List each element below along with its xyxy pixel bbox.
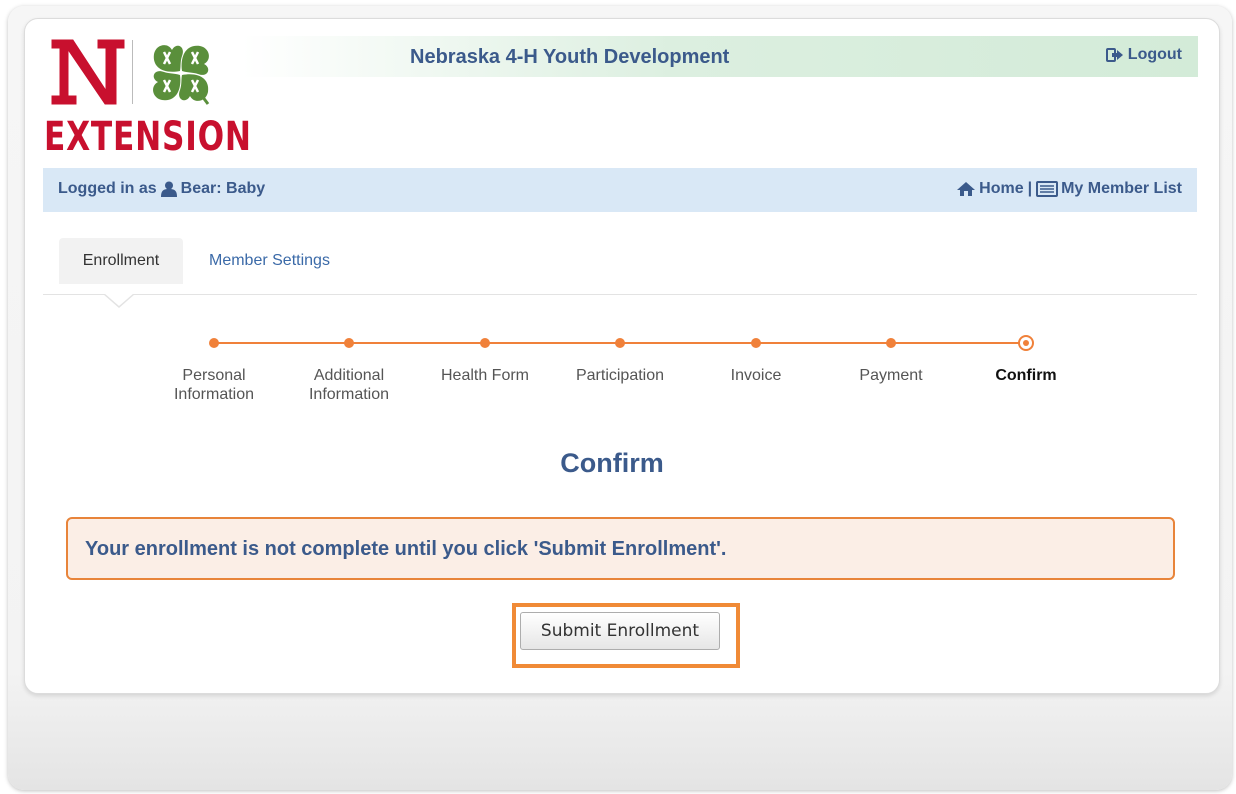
home-icon	[957, 182, 976, 196]
home-link[interactable]: Home	[956, 180, 1024, 198]
tab-member-settings[interactable]: Member Settings	[209, 238, 330, 284]
step-dot-additional-information	[344, 338, 354, 348]
submit-enrollment-button[interactable]: Submit Enrollment	[520, 612, 720, 650]
enrollment-stepper: Personal Information Additional Informat…	[0, 330, 1236, 410]
tab-bar: Enrollment Member Settings	[43, 238, 1197, 308]
step-label-line2: Information	[173, 386, 255, 403]
nav-separator: |	[1027, 180, 1033, 197]
logout-label: Logout	[1127, 46, 1182, 63]
step-dot-confirm	[1018, 335, 1034, 351]
member-list-link[interactable]: My Member List	[1036, 180, 1182, 198]
logout-link[interactable]: Logout	[1105, 46, 1182, 64]
notice-text: Your enrollment is not complete until yo…	[85, 538, 727, 560]
step-label-line1: Additional	[313, 367, 385, 384]
active-tab-arrow	[103, 293, 135, 308]
nav-links: Home | My Member List	[956, 180, 1182, 198]
step-additional-information[interactable]: Additional Information	[284, 366, 414, 404]
home-label: Home	[979, 180, 1024, 197]
step-dot-invoice	[751, 338, 761, 348]
logo-divider	[132, 40, 133, 104]
page-title: Confirm	[560, 448, 664, 478]
list-icon	[1036, 181, 1059, 197]
sign-out-icon	[1105, 48, 1123, 62]
step-invoice[interactable]: Invoice	[691, 366, 821, 385]
site-title: Nebraska 4-H Youth Development	[410, 46, 730, 68]
step-dot-personal-information	[209, 338, 219, 348]
header-bar: Nebraska 4-H Youth Development Logout	[242, 36, 1198, 77]
member-list-label: My Member List	[1061, 180, 1182, 197]
step-health-form[interactable]: Health Form	[420, 366, 550, 385]
step-label-line1: Payment	[859, 367, 923, 384]
tab-enrollment[interactable]: Enrollment	[59, 238, 183, 284]
step-dot-participation	[615, 338, 625, 348]
step-payment[interactable]: Payment	[826, 366, 956, 385]
logged-in-prefix: Logged in as	[58, 180, 157, 197]
user-name: Bear: Baby	[180, 180, 266, 197]
step-participation[interactable]: Participation	[555, 366, 685, 385]
step-dot-payment	[886, 338, 896, 348]
step-dot-health-form	[480, 338, 490, 348]
step-label-line1: Participation	[575, 367, 665, 384]
enrollment-notice: Your enrollment is not complete until yo…	[66, 517, 1175, 580]
step-confirm: Confirm	[961, 366, 1091, 385]
step-label-line1: Invoice	[730, 367, 782, 384]
login-bar: Logged in as Bear: Baby Home | My Member…	[43, 168, 1197, 212]
nebraska-n-icon	[48, 36, 128, 108]
user-icon	[160, 181, 177, 197]
logged-in-info: Logged in as Bear: Baby	[58, 180, 265, 198]
step-label-line2: Information	[308, 386, 390, 403]
step-label-line1: Confirm	[995, 367, 1057, 384]
step-label-line1: Health Form	[440, 367, 530, 384]
extension-logo: EXTENSION	[44, 36, 252, 160]
step-label-line1: Personal	[182, 367, 246, 384]
extension-wordmark: EXTENSION	[44, 114, 252, 160]
clover-icon	[153, 45, 210, 105]
step-personal-information[interactable]: Personal Information	[149, 366, 279, 404]
